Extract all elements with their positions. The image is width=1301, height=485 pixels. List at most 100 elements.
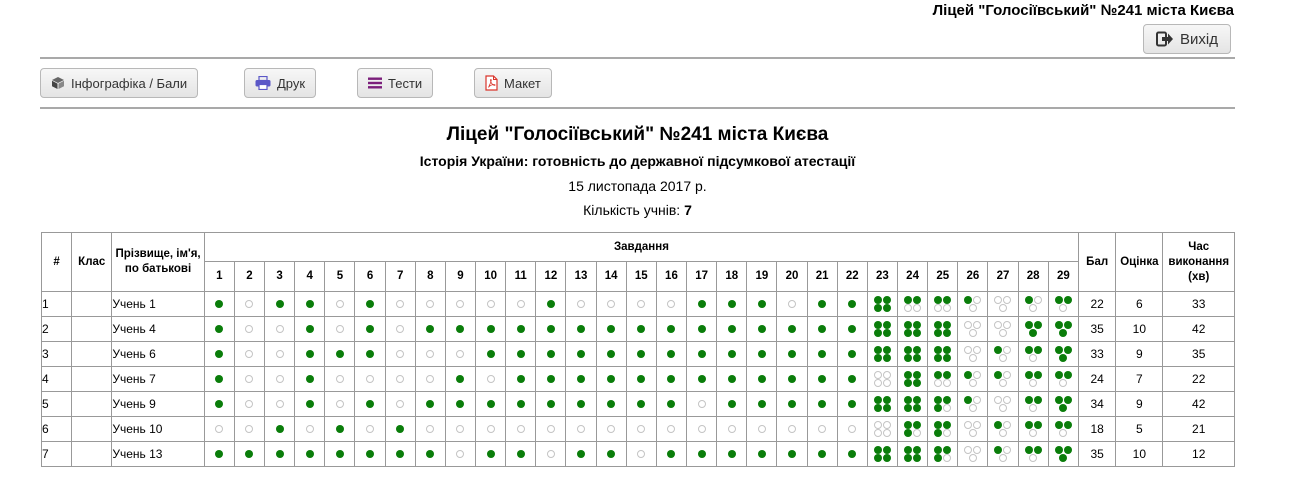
correct-dot bbox=[904, 346, 913, 354]
grade-cell: 7 bbox=[1115, 366, 1164, 392]
answer-cell bbox=[294, 366, 326, 392]
empty-dot bbox=[335, 400, 344, 408]
correct-dot bbox=[637, 350, 646, 358]
layout-button[interactable]: Макет bbox=[474, 68, 552, 98]
answer-cell bbox=[203, 416, 235, 442]
answer-cell bbox=[203, 341, 235, 367]
score-cell: 34 bbox=[1078, 391, 1117, 417]
answer-cluster bbox=[873, 446, 891, 462]
correct-dot bbox=[788, 375, 796, 383]
answer-cluster bbox=[994, 321, 1012, 337]
answer-cell bbox=[806, 391, 838, 417]
answer-cell bbox=[836, 316, 868, 342]
table-row: 2 Учень 4 35 10 42 bbox=[40, 316, 1235, 342]
score-cell: 35 bbox=[1078, 316, 1117, 342]
answer-cluster bbox=[1024, 396, 1042, 412]
empty-dot bbox=[882, 371, 891, 379]
correct-dot bbox=[697, 350, 706, 358]
tests-label: Тести bbox=[388, 75, 423, 91]
task-number-header: 6 bbox=[354, 261, 386, 292]
correct-dot bbox=[1029, 329, 1038, 337]
answer-cell bbox=[294, 341, 326, 367]
correct-dot bbox=[943, 346, 952, 354]
grade-cell: 9 bbox=[1115, 391, 1164, 417]
answer-cluster bbox=[904, 446, 922, 462]
empty-dot bbox=[964, 421, 973, 429]
answer-cell bbox=[716, 316, 748, 342]
correct-dot bbox=[882, 396, 891, 404]
answer-cluster bbox=[964, 421, 982, 437]
empty-dot bbox=[1003, 421, 1012, 429]
infographic-button[interactable]: Інфографіка / Бали bbox=[40, 68, 199, 98]
task-number-header: 20 bbox=[776, 261, 808, 292]
correct-dot bbox=[882, 404, 891, 412]
row-number: 6 bbox=[40, 416, 73, 442]
answer-cell bbox=[746, 366, 778, 392]
answer-cluster bbox=[1054, 371, 1072, 387]
time-cell: 22 bbox=[1162, 366, 1235, 392]
answer-cell bbox=[505, 291, 537, 317]
correct-dot bbox=[667, 375, 676, 383]
empty-dot bbox=[1033, 296, 1042, 304]
empty-dot bbox=[994, 396, 1003, 404]
empty-dot bbox=[973, 296, 982, 304]
answer-cluster bbox=[1024, 346, 1042, 362]
student-name: Учень 13 bbox=[111, 441, 205, 467]
answer-cell bbox=[264, 366, 296, 392]
answer-cluster bbox=[904, 421, 922, 437]
empty-dot bbox=[1059, 304, 1068, 312]
task-number-header: 15 bbox=[625, 261, 657, 292]
empty-dot bbox=[998, 404, 1007, 412]
empty-dot bbox=[245, 350, 254, 358]
correct-dot bbox=[607, 450, 616, 458]
answer-cell bbox=[354, 441, 386, 467]
answer-cell bbox=[686, 316, 718, 342]
answer-cell bbox=[716, 416, 748, 442]
col-time-header: Час виконання (хв) bbox=[1162, 232, 1235, 292]
answer-cell bbox=[444, 441, 477, 467]
empty-dot bbox=[788, 425, 796, 433]
print-button[interactable]: Друк bbox=[244, 68, 317, 98]
correct-dot bbox=[1024, 446, 1033, 454]
correct-dot bbox=[396, 425, 405, 433]
correct-dot bbox=[873, 404, 882, 412]
correct-dot bbox=[913, 454, 922, 462]
tests-button[interactable]: Тести bbox=[357, 68, 434, 98]
correct-dot bbox=[882, 321, 891, 329]
answer-cluster bbox=[904, 346, 922, 362]
empty-dot bbox=[486, 375, 495, 383]
row-class bbox=[71, 366, 113, 392]
task-number-header: 16 bbox=[655, 261, 688, 292]
logout-button[interactable]: Вихід bbox=[1143, 24, 1231, 54]
grade-cell: 5 bbox=[1115, 416, 1164, 442]
answer-cluster bbox=[1054, 396, 1072, 412]
answer-cell bbox=[746, 416, 778, 442]
correct-dot bbox=[904, 296, 913, 304]
correct-dot bbox=[516, 375, 525, 383]
empty-dot bbox=[637, 450, 646, 458]
answer-cell bbox=[475, 416, 507, 442]
row-class bbox=[71, 316, 113, 342]
answer-cell bbox=[746, 291, 778, 317]
answer-cell bbox=[987, 366, 1019, 392]
correct-dot bbox=[727, 350, 736, 358]
empty-dot bbox=[973, 396, 982, 404]
answer-cell bbox=[896, 416, 929, 442]
correct-dot bbox=[305, 350, 314, 358]
answer-cell bbox=[806, 341, 838, 367]
empty-dot bbox=[486, 300, 495, 308]
correct-dot bbox=[994, 371, 1003, 379]
answer-cell bbox=[655, 416, 688, 442]
correct-dot bbox=[934, 454, 943, 462]
answer-cluster bbox=[964, 346, 982, 362]
row-class bbox=[71, 416, 113, 442]
answer-cluster bbox=[934, 296, 952, 312]
empty-dot bbox=[456, 350, 465, 358]
correct-dot bbox=[366, 400, 375, 408]
task-number-header: 17 bbox=[686, 261, 718, 292]
answer-cell bbox=[776, 366, 808, 392]
answer-cell bbox=[866, 416, 899, 442]
answer-cell bbox=[233, 416, 266, 442]
correct-dot bbox=[215, 375, 224, 383]
answer-cell bbox=[475, 291, 507, 317]
